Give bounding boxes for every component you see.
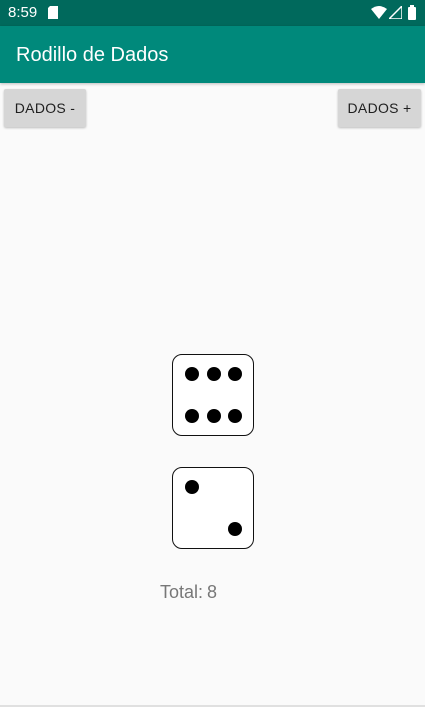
die-1[interactable] [172,354,254,436]
die-2[interactable] [172,467,254,549]
status-bar: 8:59 [0,0,425,26]
die-pip [227,521,242,536]
app-title: Rodillo de Dados [16,44,169,66]
die-pip [227,366,242,381]
die-pip [206,408,221,423]
battery-icon [408,5,416,20]
remove-dice-button[interactable]: DADOS - [4,89,86,127]
die-pip [206,366,221,381]
status-time: 8:59 [8,4,38,21]
die-pip [184,366,199,381]
signal-icon [389,6,402,19]
app-bar: Rodillo de Dados [0,26,425,83]
die-pip [184,408,199,423]
sim-card-icon [48,6,58,19]
total-label: Total: [160,582,204,602]
total-value: 8 [207,582,218,602]
total-display: Total: 8 [160,581,217,603]
wifi-icon [371,6,387,19]
die-pip [184,479,199,494]
add-dice-button[interactable]: DADOS + [338,89,421,127]
die-pip [227,408,242,423]
